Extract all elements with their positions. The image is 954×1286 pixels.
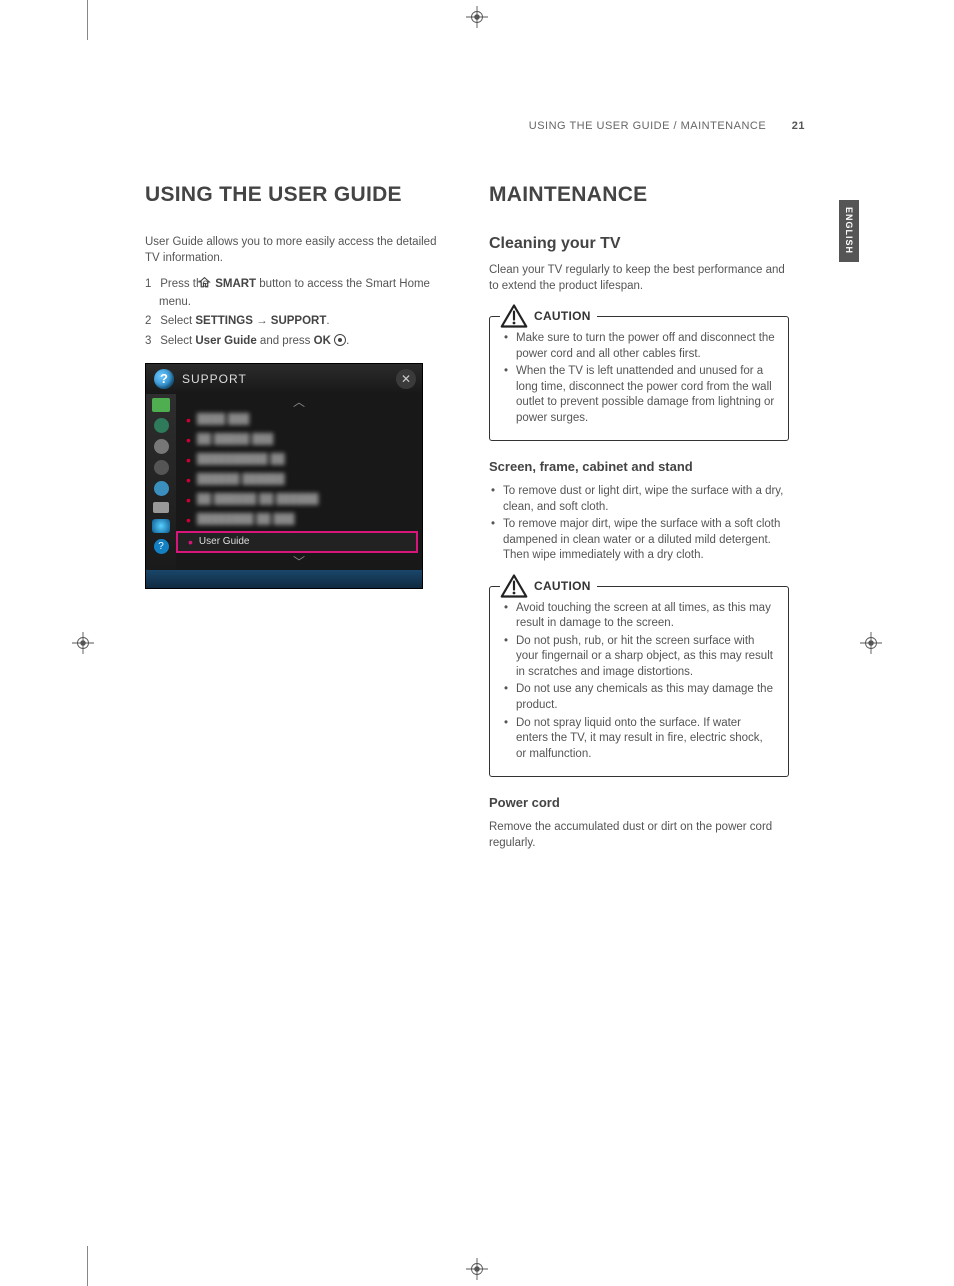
caution-label: CAUTION bbox=[534, 579, 591, 593]
sidebar-icon bbox=[152, 519, 170, 533]
sidebar-icon bbox=[153, 502, 169, 513]
step2-arrow: → bbox=[253, 315, 271, 327]
step3-mid: and press bbox=[257, 335, 314, 347]
right-title: MAINTENANCE bbox=[489, 182, 789, 207]
step2-b1: SETTINGS bbox=[195, 315, 253, 327]
sidebar-icon bbox=[154, 418, 169, 433]
step-2: 2 Select SETTINGS → SUPPORT. bbox=[145, 313, 445, 329]
caution-legend: CAUTION bbox=[500, 573, 597, 599]
list-item: Avoid touching the screen at all times, … bbox=[502, 601, 776, 632]
step2-pre: Select bbox=[160, 315, 195, 327]
language-tab: ENGLISH bbox=[839, 200, 859, 262]
support-sidebar: ? bbox=[146, 394, 176, 570]
sidebar-icon bbox=[152, 398, 170, 412]
step-3: 3 Select User Guide and press OK . bbox=[145, 333, 445, 349]
sidebar-icon bbox=[154, 460, 169, 475]
support-title: SUPPORT bbox=[182, 372, 247, 386]
powercord-heading: Power cord bbox=[489, 795, 789, 810]
screen-heading: Screen, frame, cabinet and stand bbox=[489, 459, 789, 474]
list-item: To remove dust or light dirt, wipe the s… bbox=[489, 484, 789, 515]
registration-mark-icon bbox=[860, 632, 882, 654]
caution-legend: CAUTION bbox=[500, 303, 597, 329]
chevron-up-icon: ︿ bbox=[176, 394, 422, 410]
list-item: When the TV is left unattended and unuse… bbox=[502, 364, 776, 426]
ok-icon bbox=[334, 334, 346, 346]
caution2-list: Avoid touching the screen at all times, … bbox=[502, 601, 776, 762]
caution1-list: Make sure to turn the power off and disc… bbox=[502, 331, 776, 426]
support-screenshot: ? SUPPORT ✕ ? bbox=[145, 363, 423, 589]
list-item: Do not push, rub, or hit the screen surf… bbox=[502, 634, 776, 681]
cleaning-heading: Cleaning your TV bbox=[489, 235, 789, 253]
list-item: Make sure to turn the power off and disc… bbox=[502, 331, 776, 362]
caution-triangle-icon bbox=[500, 573, 528, 599]
step1-bold: SMART bbox=[215, 278, 256, 290]
list-item: •██████ ██████ bbox=[176, 470, 422, 490]
cleaning-intro: Clean your TV regularly to keep the best… bbox=[489, 263, 789, 294]
question-icon: ? bbox=[154, 369, 174, 389]
list-item: •██ ██████ ██ ██████ bbox=[176, 490, 422, 510]
close-icon: ✕ bbox=[396, 369, 416, 389]
support-footer bbox=[146, 570, 422, 588]
registration-mark-icon bbox=[466, 1258, 488, 1280]
sidebar-icon bbox=[154, 481, 169, 496]
caution-box-1: CAUTION Make sure to turn the power off … bbox=[489, 316, 789, 441]
list-item: •██████████ ██ bbox=[176, 450, 422, 470]
left-intro: User Guide allows you to more easily acc… bbox=[145, 235, 445, 266]
right-column: MAINTENANCE Cleaning your TV Clean your … bbox=[489, 182, 789, 861]
page-content: USING THE USER GUIDE / MAINTENANCE 21 US… bbox=[145, 120, 805, 861]
registration-mark-icon bbox=[466, 6, 488, 28]
question-icon: ? bbox=[154, 539, 169, 554]
list-item: •██ █████ ███ bbox=[176, 430, 422, 450]
screen-list: To remove dust or light dirt, wipe the s… bbox=[489, 484, 789, 564]
step2-post: . bbox=[326, 315, 329, 327]
step3-post: . bbox=[346, 335, 349, 347]
caution-label: CAUTION bbox=[534, 309, 591, 323]
step2-b2: SUPPORT bbox=[271, 315, 327, 327]
step3-b2: OK bbox=[314, 335, 331, 347]
list-item: Do not use any chemicals as this may dam… bbox=[502, 682, 776, 713]
list-item-selected: •User Guide bbox=[176, 531, 418, 553]
registration-mark-icon bbox=[72, 632, 94, 654]
left-title: USING THE USER GUIDE bbox=[145, 182, 445, 207]
powercord-text: Remove the accumulated dust or dirt on t… bbox=[489, 820, 789, 851]
sidebar-icon bbox=[154, 439, 169, 454]
chevron-down-icon: ﹀ bbox=[176, 554, 422, 570]
selected-label: User Guide bbox=[199, 536, 250, 547]
crop-mark bbox=[80, 0, 88, 40]
list-item: To remove major dirt, wipe the surface w… bbox=[489, 517, 789, 564]
support-titlebar: ? SUPPORT ✕ bbox=[146, 364, 422, 394]
step3-pre: Select bbox=[160, 335, 195, 347]
page-number: 21 bbox=[792, 120, 805, 132]
caution-box-2: CAUTION Avoid touching the screen at all… bbox=[489, 586, 789, 777]
left-column: USING THE USER GUIDE User Guide allows y… bbox=[145, 182, 445, 861]
list-item: •████████ ██ ███ bbox=[176, 510, 422, 530]
support-list: ︿ •████ ███ •██ █████ ███ •██████████ ██… bbox=[176, 394, 422, 570]
list-item: Do not spray liquid onto the surface. If… bbox=[502, 716, 776, 763]
section-name: USING THE USER GUIDE / MAINTENANCE bbox=[529, 120, 766, 132]
crop-mark bbox=[80, 1246, 88, 1286]
step3-b1: User Guide bbox=[195, 335, 256, 347]
step-1: 1 Press the SMART button to access the S… bbox=[145, 276, 445, 310]
steps-list: 1 Press the SMART button to access the S… bbox=[145, 276, 445, 348]
running-header: USING THE USER GUIDE / MAINTENANCE 21 bbox=[145, 120, 805, 132]
list-item: •████ ███ bbox=[176, 410, 422, 430]
caution-triangle-icon bbox=[500, 303, 528, 329]
